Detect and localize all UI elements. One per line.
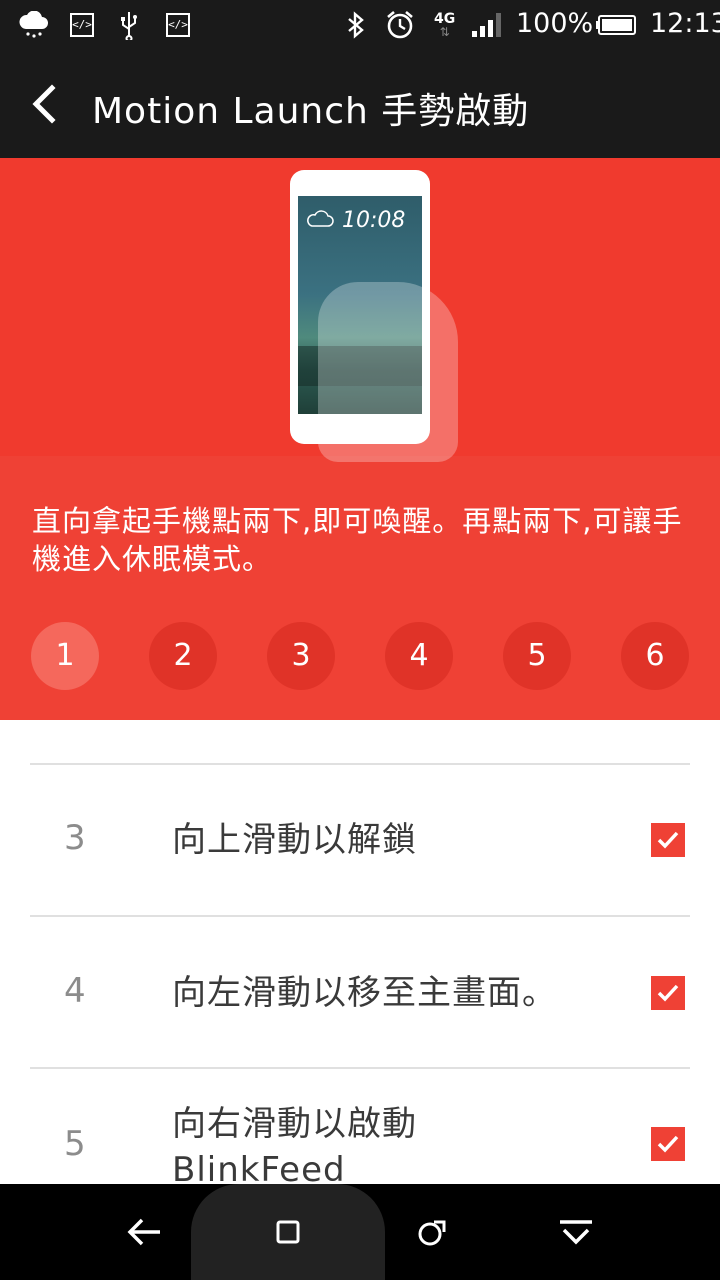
step-2-button[interactable]: 2 — [149, 622, 217, 690]
phone-clock: 10:08 — [342, 208, 406, 233]
item-number: 4 — [64, 971, 86, 1011]
navigation-bar — [0, 1184, 720, 1280]
divider — [30, 1067, 690, 1069]
usb-icon — [118, 10, 140, 40]
battery-percent: 100% — [516, 8, 594, 39]
gesture-description: 直向拿起手機點兩下,即可喚醒。再點兩下,可讓手機進入休眠模式。 — [32, 504, 683, 576]
back-icon — [127, 1218, 160, 1246]
checkmark-icon — [657, 984, 679, 1002]
nav-recents-button[interactable] — [408, 1208, 456, 1256]
status-bar: </> </> 4G ⇅ 100% 12:13 — [0, 0, 720, 52]
step-4-button[interactable]: 4 — [385, 622, 453, 690]
menu-down-icon — [560, 1220, 592, 1245]
hero-panel: 10:08 直向拿起手機點兩下,即可喚醒。再點兩下,可讓手機進入休眠模式。 1 … — [0, 158, 720, 720]
item-label: 向上滑動以解鎖 — [172, 820, 417, 860]
nav-home-button[interactable] — [264, 1208, 312, 1256]
code-icon: </> — [70, 10, 94, 40]
clock: 12:13 — [650, 8, 720, 39]
page-title: Motion Launch 手勢啟動 — [92, 91, 530, 132]
hand-illustration — [318, 282, 458, 462]
gesture-list: 3 向上滑動以解鎖 4 向左滑動以移至主畫面。 5 向右滑動以啟動 BlinkF… — [0, 720, 720, 1184]
nav-back-button[interactable] — [120, 1208, 168, 1256]
divider — [30, 763, 690, 765]
item-number: 3 — [64, 818, 86, 858]
chevron-left-icon — [32, 84, 56, 124]
signal-icon — [470, 10, 506, 40]
weather-cloud-rain-icon — [18, 10, 50, 40]
step-6-button[interactable]: 6 — [621, 622, 689, 690]
step-indicator: 1 2 3 4 5 6 — [31, 622, 691, 690]
item-checkbox[interactable] — [651, 823, 685, 857]
item-checkbox[interactable] — [651, 976, 685, 1010]
bluetooth-icon — [346, 10, 366, 40]
network-type-icon: 4G ⇅ — [434, 11, 456, 39]
step-5-button[interactable]: 5 — [503, 622, 571, 690]
item-label: 向左滑動以移至主畫面。 — [172, 973, 557, 1013]
divider — [30, 915, 690, 917]
recents-icon — [418, 1220, 446, 1246]
back-button[interactable] — [22, 80, 70, 128]
step-3-button[interactable]: 3 — [267, 622, 335, 690]
battery-icon — [596, 10, 638, 40]
alarm-icon — [384, 10, 416, 40]
checkmark-icon — [657, 1135, 679, 1153]
gesture-illustration: 10:08 — [0, 158, 720, 462]
item-checkbox[interactable] — [651, 1127, 685, 1161]
item-label: 向右滑動以啟動 BlinkFeed — [172, 1104, 417, 1184]
phone-weather-icon — [307, 210, 334, 227]
app-header: Motion Launch 手勢啟動 — [0, 52, 720, 158]
home-icon — [276, 1220, 300, 1244]
step-1-button[interactable]: 1 — [31, 622, 99, 690]
code-icon: </> — [166, 10, 190, 40]
item-number: 5 — [64, 1124, 86, 1164]
checkmark-icon — [657, 831, 679, 849]
nav-menu-button[interactable] — [552, 1208, 600, 1256]
